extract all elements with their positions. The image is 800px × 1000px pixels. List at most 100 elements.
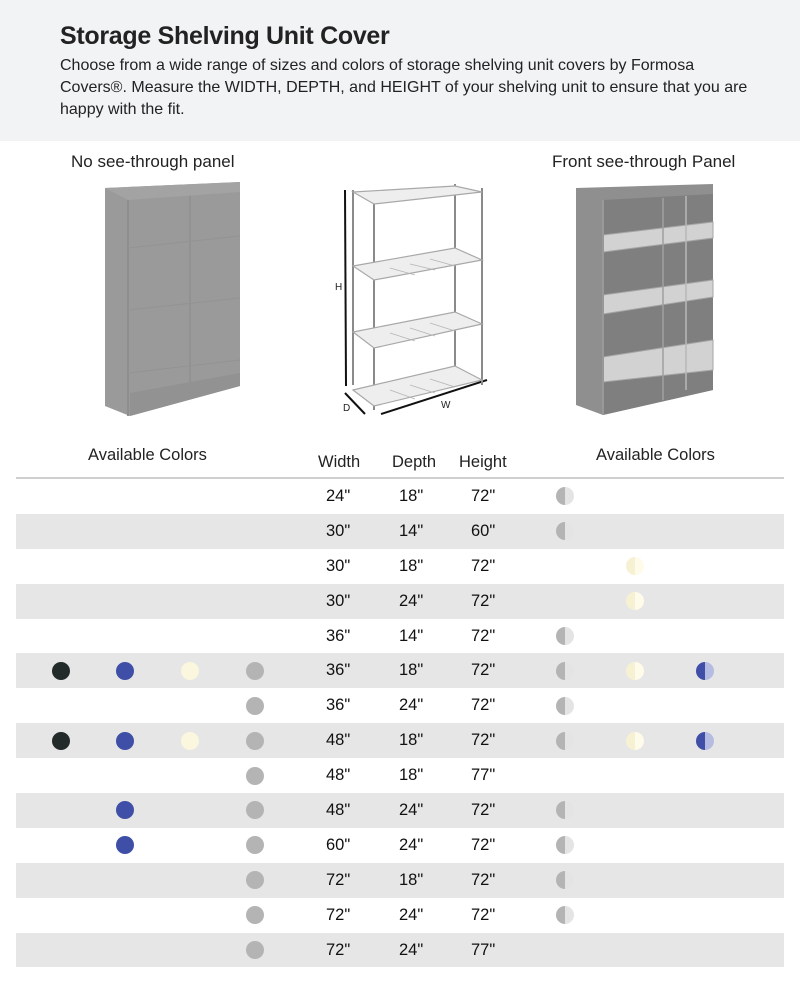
gray-clear-swatch — [556, 731, 574, 750]
gray-clear-swatch — [556, 696, 574, 715]
blue-swatch — [116, 801, 134, 820]
table-row: 30" 14" 60" — [16, 513, 784, 549]
shelf-dimension-diagram: H D W — [335, 184, 488, 415]
cover-see-through-image — [576, 184, 714, 415]
height-cell: 77" — [471, 940, 496, 959]
depth-cell: 24" — [399, 591, 424, 610]
table-row: 36" 18" 72" — [16, 653, 784, 689]
page-title: Storage Shelving Unit Cover — [60, 22, 390, 50]
table-row: 72" 24" 77" — [16, 932, 784, 968]
gray-swatch — [246, 836, 264, 855]
height-cell: 72" — [471, 835, 496, 854]
depth-cell: 24" — [399, 696, 424, 715]
right-available-colors-header: Available Colors — [596, 446, 715, 464]
cream-clear-swatch — [626, 731, 644, 750]
height-cell: 72" — [471, 626, 496, 645]
height-cell: 60" — [471, 521, 496, 540]
gray-clear-swatch — [556, 836, 574, 855]
table-row: 48" 18" 72" — [16, 723, 784, 759]
depth-column-header: Depth — [392, 453, 437, 471]
gray-clear-swatch — [556, 487, 574, 506]
gray-clear-swatch — [556, 906, 574, 925]
height-cell: 72" — [471, 870, 496, 889]
table-row: 48" 24" 72" — [16, 793, 784, 828]
height-label: H — [335, 282, 342, 293]
gray-swatch — [246, 696, 264, 715]
height-cell: 72" — [471, 591, 496, 610]
blue-swatch — [116, 836, 134, 855]
gray-swatch — [246, 906, 264, 925]
depth-cell: 24" — [399, 940, 424, 959]
depth-cell: 14" — [399, 521, 424, 540]
cream-clear-swatch — [626, 661, 644, 680]
width-column-header: Width — [318, 453, 361, 471]
table-row: 30" 18" 72" — [16, 549, 784, 584]
height-cell: 72" — [471, 905, 496, 924]
width-cell: 24" — [326, 486, 351, 505]
width-cell: 36" — [326, 626, 351, 645]
width-cell: 30" — [326, 591, 351, 610]
gray-swatch — [246, 941, 264, 960]
cream-clear-swatch — [626, 592, 644, 611]
depth-cell: 18" — [399, 661, 424, 680]
width-cell: 48" — [326, 766, 351, 785]
page-description: Choose from a wide range of sizes and co… — [60, 57, 748, 118]
gray-swatch — [246, 661, 264, 680]
gray-clear-swatch — [556, 627, 574, 645]
depth-cell: 24" — [399, 800, 424, 819]
cream-clear-swatch — [626, 557, 644, 576]
black-swatch — [52, 661, 70, 680]
table-row: 48" 18" 77" — [16, 758, 784, 793]
size-table: 24" 18" 72" 30" 14" 60" 30" 18" 72" 30" 24" 72" 36" 1… — [16, 479, 784, 968]
width-cell: 30" — [326, 556, 351, 575]
depth-cell: 18" — [399, 556, 424, 575]
width-cell: 72" — [326, 905, 351, 924]
table-row: 30" 24" 72" — [16, 583, 784, 619]
width-cell: 72" — [326, 940, 351, 959]
gray-swatch — [246, 731, 264, 750]
depth-cell: 18" — [399, 486, 424, 505]
table-row: 24" 18" 72" — [16, 479, 784, 514]
blue-clear-swatch — [696, 731, 714, 750]
height-dimension-line — [344, 189, 347, 387]
width-cell: 36" — [326, 661, 351, 680]
cream-swatch — [181, 661, 199, 680]
width-cell: 60" — [326, 835, 351, 854]
depth-cell: 24" — [399, 905, 424, 924]
header-band: Storage Shelving Unit Cover Choose from … — [0, 0, 800, 141]
table-row: 72" 18" 72" — [16, 862, 784, 898]
blue-swatch — [116, 661, 134, 680]
table-row: 72" 24" 72" — [16, 898, 784, 933]
blue-clear-swatch — [696, 661, 714, 680]
table-row: 60" 24" 72" — [16, 828, 784, 863]
gray-clear-swatch — [556, 522, 574, 541]
front-see-through-label: Front see-through Panel — [552, 152, 736, 171]
width-label: W — [441, 400, 451, 411]
gray-clear-swatch — [556, 801, 574, 820]
depth-label: D — [343, 403, 350, 414]
gray-clear-swatch — [556, 661, 574, 680]
black-swatch — [52, 731, 70, 750]
width-cell: 30" — [326, 521, 351, 540]
width-cell: 72" — [326, 870, 351, 889]
height-cell: 72" — [471, 696, 496, 715]
gray-swatch — [246, 871, 264, 890]
gray-swatch — [246, 801, 264, 820]
height-cell: 72" — [471, 661, 496, 680]
depth-cell: 24" — [399, 835, 424, 854]
height-cell: 72" — [471, 800, 496, 819]
table-row: 36" 24" 72" — [16, 688, 784, 723]
blue-swatch — [116, 731, 134, 750]
width-cell: 48" — [326, 800, 351, 819]
height-cell: 72" — [471, 556, 496, 575]
gray-swatch — [246, 766, 264, 785]
left-available-colors-header: Available Colors — [88, 446, 207, 464]
no-see-through-label: No see-through panel — [71, 152, 235, 171]
depth-cell: 18" — [399, 766, 424, 785]
width-cell: 48" — [326, 731, 351, 750]
cream-swatch — [181, 731, 199, 750]
gray-clear-swatch — [556, 871, 574, 890]
depth-cell: 14" — [399, 626, 424, 645]
depth-cell: 18" — [399, 731, 424, 750]
table-row: 36" 14" 72" — [16, 619, 784, 654]
